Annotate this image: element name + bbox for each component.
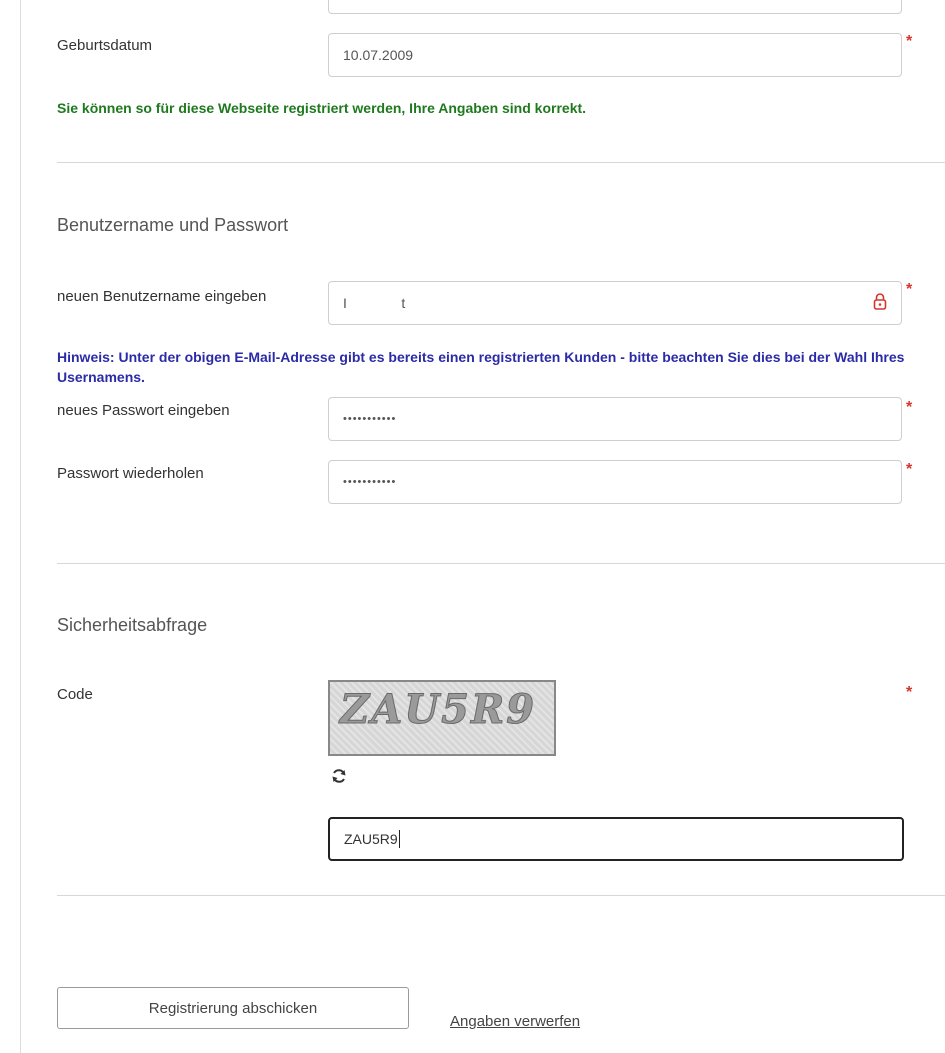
credentials-section-title: Benutzername und Passwort (57, 215, 289, 235)
username-input[interactable]: I t (328, 281, 902, 325)
captcha-text: ZAU5R9 (339, 686, 537, 734)
text-cursor (398, 830, 400, 848)
password-repeat-input[interactable]: ••••••••••• (328, 460, 902, 504)
code-required-mark: * (906, 684, 913, 701)
password-required-mark: * (906, 399, 913, 416)
refresh-icon[interactable] (330, 767, 348, 785)
code-label: Code (57, 686, 93, 703)
password-repeat-required-mark: * (906, 461, 913, 478)
code-input[interactable]: ZAU5R9 (328, 817, 904, 861)
discard-link[interactable]: Angaben verwerfen (450, 1013, 580, 1030)
previous-field-input[interactable] (328, 0, 902, 14)
divider (57, 563, 945, 564)
birthdate-value: 10.07.2009 (343, 47, 414, 63)
divider (57, 162, 945, 163)
password-repeat-value: ••••••••••• (343, 476, 397, 488)
username-hint: Hinweis: Unter der obigen E-Mail-Adresse… (57, 349, 905, 385)
captcha-image: ZAU5R9 (328, 680, 556, 756)
birthdate-label: Geburtsdatum (57, 37, 153, 54)
birthdate-required-mark: * (906, 33, 913, 50)
lock-icon[interactable] (873, 292, 887, 310)
username-value: I t (343, 295, 406, 311)
password-value: ••••••••••• (343, 413, 397, 425)
username-required-mark: * (906, 281, 913, 298)
divider (57, 895, 945, 896)
username-label: neuen Benutzername eingeben (57, 288, 267, 305)
submit-registration-button[interactable]: Registrierung abschicken (57, 987, 409, 1029)
page-left-border (20, 0, 21, 1053)
security-section-title: Sicherheitsabfrage (57, 615, 208, 635)
birthdate-input[interactable]: 10.07.2009 (328, 33, 902, 77)
password-label: neues Passwort eingeben (57, 402, 230, 419)
password-input[interactable]: ••••••••••• (328, 397, 902, 441)
success-message: Sie können so für diese Webseite registr… (57, 100, 587, 116)
code-value: ZAU5R9 (344, 831, 398, 847)
password-repeat-label: Passwort wiederholen (57, 465, 204, 482)
